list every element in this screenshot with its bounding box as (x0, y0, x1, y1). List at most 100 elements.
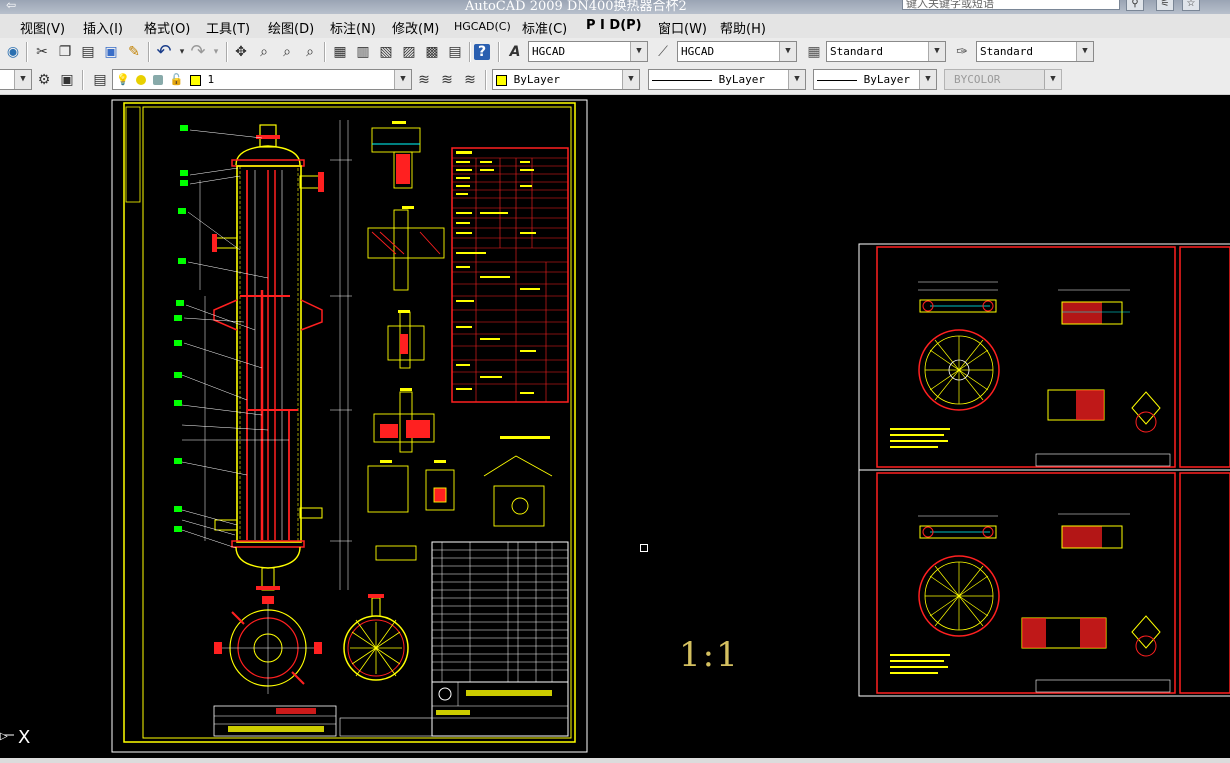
menu-pid[interactable]: P I D(P) (586, 18, 642, 33)
back-arrow-icon[interactable]: ⇦ (6, 0, 16, 12)
chevron-down-icon[interactable]: ▼ (919, 70, 936, 89)
baffle-plate-detail-lower (890, 513, 1171, 693)
leader-lines (181, 129, 289, 549)
multileader-style-select[interactable]: Standard ▼ (976, 41, 1094, 62)
menu-help[interactable]: 帮助(H) (720, 18, 766, 37)
menu-dimension[interactable]: 标注(N) (330, 18, 376, 37)
chevron-down-icon[interactable]: ▼ (779, 42, 796, 61)
menu-hgcad[interactable]: HGCAD(C) (454, 20, 511, 33)
drawing-svg (4, 99, 1230, 753)
flange-section-view (214, 596, 322, 694)
redo-dropdown-icon[interactable]: ▾ (206, 42, 226, 62)
multileader-style-icon[interactable]: ✑ (952, 42, 972, 62)
dim-style-select[interactable]: HGCAD ▼ (677, 41, 797, 62)
menu-insert[interactable]: 插入(I) (83, 18, 123, 37)
nozzle-flange (212, 234, 217, 252)
color-select[interactable]: ByLayer ▼ (492, 69, 640, 90)
outlet-nozzle (213, 299, 238, 331)
make-current-layer-icon[interactable]: ≋ (414, 70, 434, 90)
layer-color-swatch (189, 74, 201, 86)
bottom-head (235, 546, 301, 569)
menu-format[interactable]: 格式(O) (144, 18, 190, 37)
toolbar-separator (324, 42, 326, 62)
item-labels (174, 125, 188, 532)
globe-icon[interactable]: ◉ (3, 42, 23, 62)
chevron-down-icon[interactable]: ▼ (394, 70, 411, 89)
toolbar-separator (469, 42, 471, 62)
properties-icon[interactable]: ▦ (330, 42, 350, 62)
lineweight-select[interactable]: ByLayer ▼ (813, 69, 937, 90)
help-icon[interactable]: ? (474, 44, 490, 60)
chevron-down-icon[interactable]: ▼ (928, 42, 945, 61)
layer-select[interactable]: 💡 🔓 1 ▼ (112, 69, 412, 90)
tubesheet-layout-view (343, 594, 409, 681)
viewport-freeze-icon[interactable] (152, 75, 163, 85)
chevron-down-icon[interactable]: ▼ (630, 42, 647, 61)
menu-tools[interactable]: 工具(T) (206, 18, 250, 37)
chevron-down-icon: ▼ (1044, 70, 1061, 89)
shell-nozzle-bottom (299, 507, 323, 519)
dim-style-value: HGCAD (681, 45, 715, 58)
layout-tab-bar[interactable] (0, 758, 1230, 763)
match-properties-icon[interactable]: ▣ (101, 42, 121, 62)
search-icon[interactable]: ⚲ (1126, 0, 1144, 11)
drawing-canvas[interactable]: 1:1 (0, 95, 1230, 758)
zoom-icon[interactable]: ⌕ (254, 42, 274, 62)
baffle-plate-detail-upper (890, 281, 1171, 467)
bottom-flange (256, 586, 280, 590)
dim-style-icon[interactable]: ⟋ (653, 42, 673, 62)
text-style-icon[interactable]: A (505, 42, 525, 62)
linetype-value: ByLayer (718, 73, 765, 86)
text-style-select[interactable]: HGCAD ▼ (528, 41, 648, 62)
linetype-select[interactable]: ByLayer ▼ (648, 69, 806, 90)
undo-icon[interactable]: ↶ (154, 42, 174, 62)
chevron-down-icon[interactable]: ▼ (788, 70, 805, 89)
design-center-icon[interactable]: ▥ (353, 42, 373, 62)
layer-states-icon[interactable]: ≋ (460, 70, 480, 90)
pan-icon[interactable]: ✥ (231, 42, 251, 62)
lightbulb-icon[interactable]: 💡 (116, 73, 130, 86)
menu-view[interactable]: 视图(V) (20, 18, 65, 37)
chevron-down-icon[interactable]: ▼ (622, 70, 639, 89)
sheet-set-icon[interactable]: ▨ (399, 42, 419, 62)
menu-draw[interactable]: 绘图(D) (268, 18, 314, 37)
block-editor-icon[interactable]: ✎ (124, 42, 144, 62)
text-style-value: HGCAD (532, 45, 566, 58)
workspace-select[interactable]: ▼ (0, 69, 32, 90)
top-flange (256, 135, 280, 139)
workspace-settings-icon[interactable]: ▣ (57, 70, 77, 90)
lineweight-preview (817, 79, 857, 81)
menu-modify[interactable]: 修改(M) (392, 18, 439, 37)
layer-name-value: 1 (207, 73, 215, 86)
technical-spec-table (451, 147, 569, 403)
search-input[interactable]: 键入关键字或短语 (902, 0, 1120, 10)
paste-icon[interactable]: ▤ (78, 42, 98, 62)
inlet-nozzle (300, 299, 323, 331)
crosshair-cursor (640, 544, 648, 552)
sun-icon[interactable] (136, 75, 147, 85)
toolbar-separator (226, 42, 228, 62)
layer-icon[interactable]: ▤ (90, 70, 110, 90)
copy-icon[interactable]: ❐ (55, 42, 75, 62)
redo-icon[interactable]: ↷ (188, 42, 208, 62)
tool-palettes-icon[interactable]: ▧ (376, 42, 396, 62)
cut-icon[interactable]: ✂ (32, 42, 52, 62)
menu-window[interactable]: 窗口(W) (658, 18, 707, 37)
layer-previous-icon[interactable]: ≋ (437, 70, 457, 90)
communication-center-icon[interactable]: ⚟ (1156, 0, 1174, 11)
menu-standard[interactable]: 标准(C) (522, 18, 567, 37)
table-style-icon[interactable]: ▦ (804, 42, 824, 62)
zoom-previous-icon[interactable]: ⌕ (300, 42, 320, 62)
gear-icon[interactable]: ⚙ (34, 70, 54, 90)
chevron-down-icon[interactable]: ▼ (14, 70, 31, 89)
chevron-down-icon[interactable]: ▼ (1076, 42, 1093, 61)
parts-list-table (431, 541, 569, 683)
star-icon[interactable]: ☆ (1182, 0, 1200, 11)
calculator-icon[interactable]: ▤ (445, 42, 465, 62)
table-style-select[interactable]: Standard ▼ (826, 41, 946, 62)
lock-icon[interactable]: 🔓 (170, 73, 184, 86)
markup-icon[interactable]: ▩ (422, 42, 442, 62)
top-tubesheet (231, 159, 305, 167)
zoom-window-icon[interactable]: ⌕ (277, 42, 297, 62)
table-style-value: Standard (830, 45, 883, 58)
